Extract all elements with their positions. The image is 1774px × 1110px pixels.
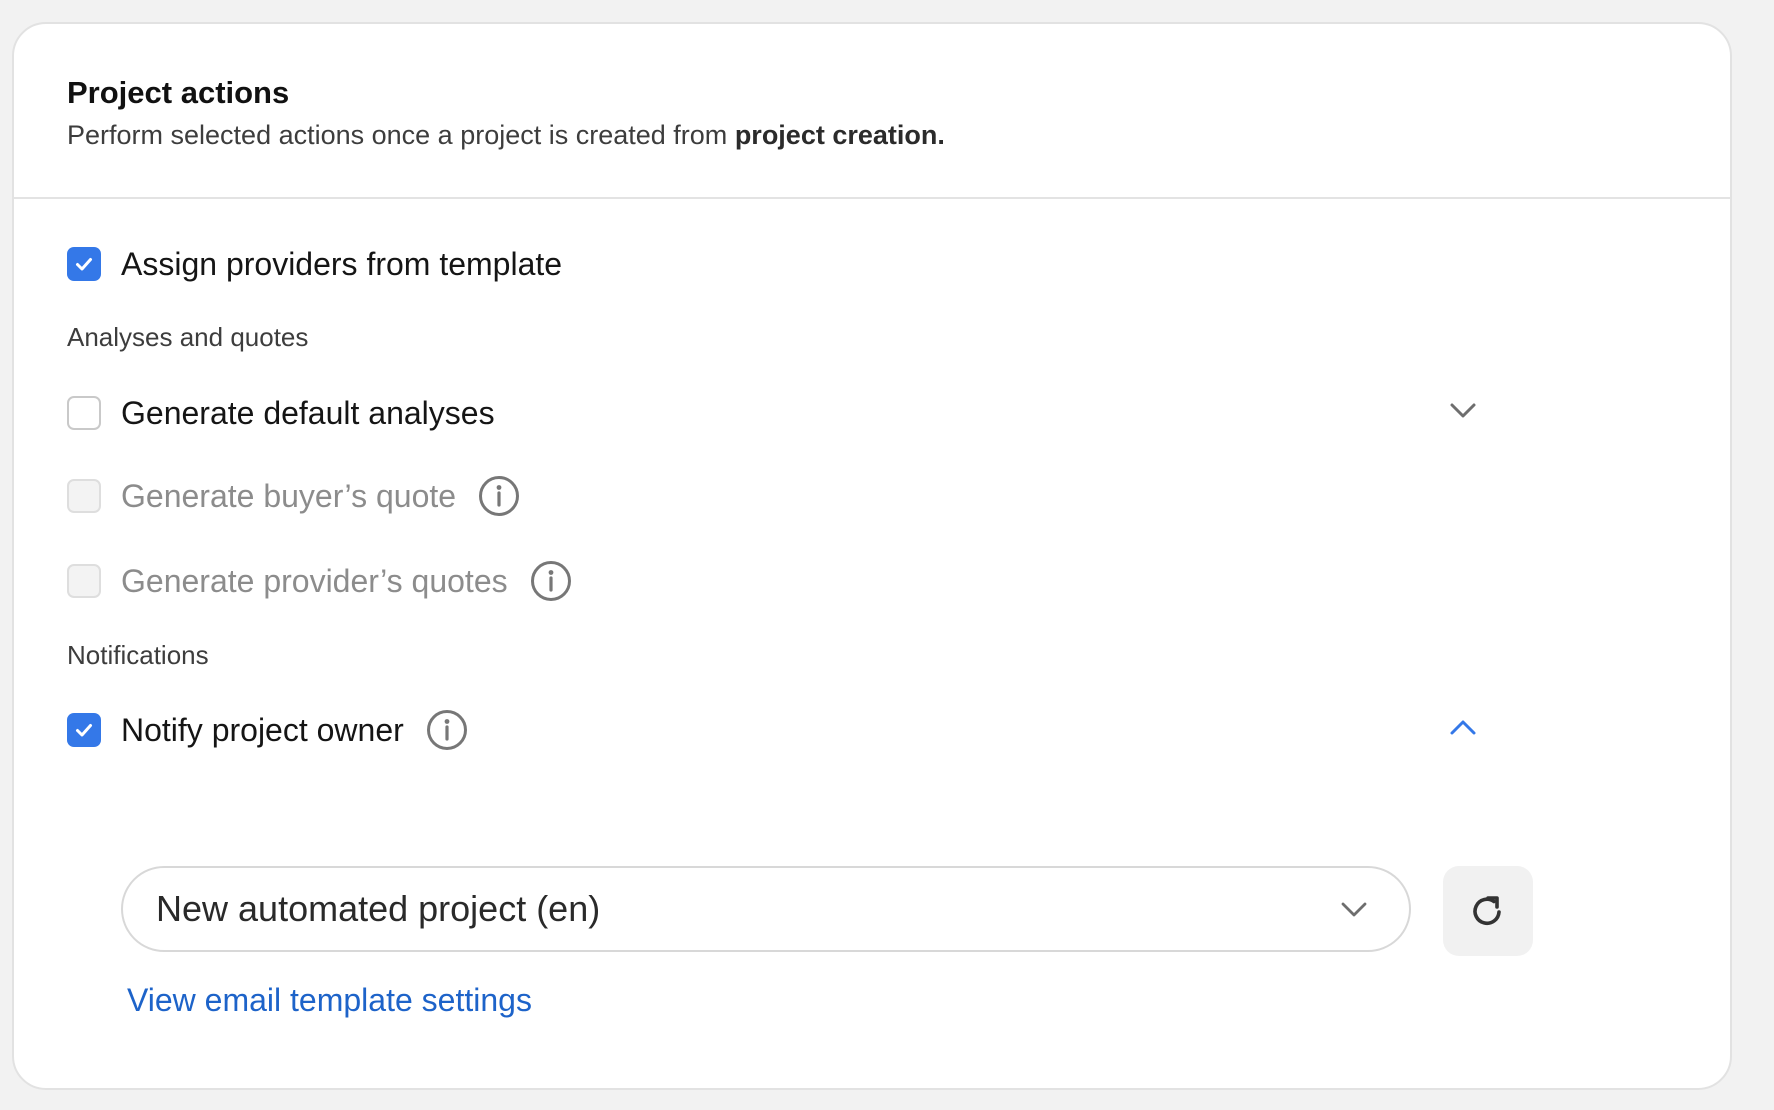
assign-providers-label: Assign providers from template	[121, 245, 563, 282]
notify-project-owner-row[interactable]: Notify project owner	[67, 705, 470, 755]
generate-buyers-quote-checkbox	[67, 479, 101, 513]
notifications-section-label: Notifications	[67, 640, 209, 670]
checkmark-icon	[76, 258, 92, 271]
chevron-up-icon[interactable]	[1447, 712, 1479, 744]
view-email-template-settings-link[interactable]: View email template settings	[127, 982, 532, 1019]
analyses-section-label: Analyses and quotes	[67, 322, 309, 352]
assign-providers-checkbox[interactable]	[67, 247, 101, 281]
email-template-select[interactable]: New automated project (en)	[121, 866, 1411, 952]
generate-default-analyses-label: Generate default analyses	[121, 394, 495, 431]
refresh-button[interactable]	[1443, 866, 1533, 956]
generate-default-analyses-checkbox[interactable]	[67, 396, 101, 430]
checkmark-icon	[76, 724, 92, 737]
subtitle-text: Perform selected actions once a project …	[67, 120, 735, 150]
notify-project-owner-checkbox[interactable]	[67, 713, 101, 747]
assign-providers-row[interactable]: Assign providers from template	[67, 242, 562, 286]
generate-providers-quotes-label: Generate provider’s quotes	[121, 562, 508, 599]
subtitle-bold-text: project creation.	[734, 120, 945, 150]
card-title: Project actions	[67, 75, 290, 110]
generate-buyers-quote-row: Generate buyer’s quote	[67, 471, 522, 521]
email-template-select-value: New automated project (en)	[156, 888, 601, 929]
card-header: Project actions Perform selected actions…	[14, 24, 1730, 199]
chevron-down-icon[interactable]	[1447, 394, 1479, 426]
card-subtitle: Perform selected actions once a project …	[67, 120, 945, 151]
refresh-icon	[1473, 896, 1501, 926]
generate-providers-quotes-checkbox	[67, 564, 101, 598]
info-icon[interactable]	[424, 707, 470, 753]
info-icon[interactable]	[528, 558, 574, 604]
generate-buyers-quote-label: Generate buyer’s quote	[121, 477, 457, 514]
chevron-down-icon	[1341, 902, 1367, 917]
info-icon[interactable]	[476, 473, 522, 519]
generate-providers-quotes-row: Generate provider’s quotes	[67, 556, 574, 606]
generate-default-analyses-row[interactable]: Generate default analyses	[67, 391, 495, 435]
notify-project-owner-label: Notify project owner	[121, 711, 404, 748]
